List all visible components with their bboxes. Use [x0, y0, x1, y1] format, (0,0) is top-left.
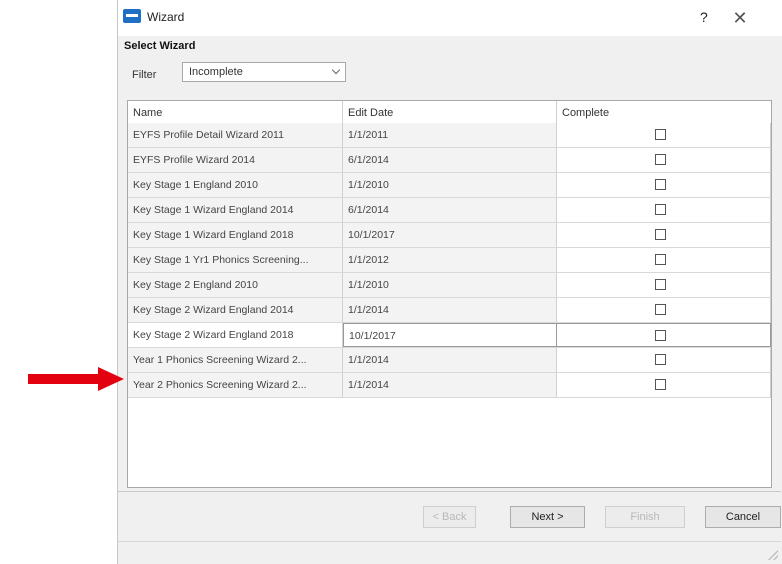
section-title: Select Wizard — [124, 40, 196, 52]
red-arrow-icon — [28, 367, 124, 391]
column-header-name[interactable]: Name — [128, 101, 343, 123]
column-header-edit-date[interactable]: Edit Date — [343, 101, 557, 123]
complete-checkbox[interactable] — [655, 379, 666, 390]
cell-name[interactable]: Key Stage 1 Wizard England 2014 — [128, 198, 343, 222]
cell-name[interactable]: Key Stage 2 Wizard England 2014 — [128, 298, 343, 322]
table-row[interactable]: Key Stage 1 Wizard England 2018 10/1/2017 — [128, 223, 771, 248]
cell-name[interactable]: Key Stage 1 Wizard England 2018 — [128, 223, 343, 247]
cell-complete — [557, 123, 771, 147]
cell-edit-date[interactable]: 6/1/2014 — [343, 148, 557, 172]
cell-edit-date[interactable]: 1/1/2011 — [343, 123, 557, 147]
cell-complete — [557, 173, 771, 197]
cell-name[interactable]: EYFS Profile Detail Wizard 2011 — [128, 123, 343, 147]
status-bar-divider — [118, 541, 781, 542]
cell-name[interactable]: EYFS Profile Wizard 2014 — [128, 148, 343, 172]
cell-complete — [557, 198, 771, 222]
table-row[interactable]: Year 1 Phonics Screening Wizard 2... 1/1/… — [128, 348, 771, 373]
complete-checkbox[interactable] — [655, 254, 666, 265]
close-button[interactable]: ✕ — [725, 5, 755, 31]
filter-selected-value: Incomplete — [189, 66, 243, 78]
complete-checkbox[interactable] — [655, 179, 666, 190]
next-button[interactable]: Next > — [510, 506, 585, 528]
cell-edit-date[interactable]: 1/1/2014 — [343, 298, 557, 322]
wizard-window: Wizard ? ✕ Select Wizard Filter Incomple… — [117, 0, 782, 564]
grid-rows: EYFS Profile Detail Wizard 2011 1/1/2011 E… — [128, 123, 771, 398]
cell-edit-date[interactable]: 1/1/2010 — [343, 273, 557, 297]
window-title: Wizard — [147, 10, 185, 24]
cell-edit-date[interactable]: 1/1/2014 — [343, 373, 557, 397]
complete-checkbox[interactable] — [655, 204, 666, 215]
cell-name[interactable]: Key Stage 1 Yr1 Phonics Screening... — [128, 248, 343, 272]
complete-checkbox[interactable] — [655, 129, 666, 140]
cell-edit-date[interactable]: 10/1/2017 — [343, 223, 557, 247]
back-button[interactable]: < Back — [423, 506, 476, 528]
wizard-grid: Name Edit Date Complete EYFS Profile Det… — [127, 100, 772, 488]
table-row[interactable]: Key Stage 2 Wizard England 2018 10/1/2017 — [128, 323, 771, 348]
chevron-down-icon — [331, 65, 341, 75]
column-header-complete[interactable]: Complete — [557, 101, 771, 123]
complete-checkbox[interactable] — [655, 304, 666, 315]
complete-checkbox[interactable] — [655, 154, 666, 165]
cell-name[interactable]: Year 1 Phonics Screening Wizard 2... — [128, 348, 343, 372]
cancel-button[interactable]: Cancel — [705, 506, 781, 528]
table-row[interactable]: Key Stage 1 Wizard England 2014 6/1/2014 — [128, 198, 771, 223]
complete-checkbox[interactable] — [655, 354, 666, 365]
resize-grip-icon[interactable] — [768, 550, 778, 560]
finish-button[interactable]: Finish — [605, 506, 685, 528]
title-bar: Wizard ? ✕ — [118, 0, 782, 36]
cell-edit-date[interactable]: 1/1/2014 — [343, 348, 557, 372]
cell-complete — [557, 298, 771, 322]
table-row[interactable]: EYFS Profile Wizard 2014 6/1/2014 — [128, 148, 771, 173]
table-row[interactable]: Year 2 Phonics Screening Wizard 2... 1/1/… — [128, 373, 771, 398]
table-row[interactable]: Key Stage 1 England 2010 1/1/2010 — [128, 173, 771, 198]
filter-label: Filter — [132, 69, 157, 81]
complete-checkbox[interactable] — [655, 279, 666, 290]
table-row[interactable]: Key Stage 2 England 2010 1/1/2010 — [128, 273, 771, 298]
filter-dropdown[interactable]: Incomplete — [182, 62, 346, 82]
cell-edit-date[interactable]: 1/1/2012 — [343, 248, 557, 272]
cell-complete — [557, 373, 771, 397]
cell-edit-date[interactable]: 1/1/2010 — [343, 173, 557, 197]
grid-header: Name Edit Date Complete — [128, 101, 771, 123]
cell-name[interactable]: Key Stage 2 Wizard England 2018 — [128, 323, 343, 347]
table-row[interactable]: Key Stage 2 Wizard England 2014 1/1/2014 — [128, 298, 771, 323]
cell-complete — [557, 223, 771, 247]
cell-complete — [557, 148, 771, 172]
cell-complete — [557, 323, 771, 347]
cell-name[interactable]: Year 2 Phonics Screening Wizard 2... — [128, 373, 343, 397]
complete-checkbox[interactable] — [655, 330, 666, 341]
complete-checkbox[interactable] — [655, 229, 666, 240]
cell-edit-date[interactable]: 6/1/2014 — [343, 198, 557, 222]
cell-complete — [557, 248, 771, 272]
cell-complete — [557, 348, 771, 372]
table-row[interactable]: EYFS Profile Detail Wizard 2011 1/1/2011 — [128, 123, 771, 148]
cell-edit-date[interactable]: 10/1/2017 — [343, 323, 557, 347]
cell-name[interactable]: Key Stage 2 England 2010 — [128, 273, 343, 297]
cell-name[interactable]: Key Stage 1 England 2010 — [128, 173, 343, 197]
footer-divider — [118, 491, 781, 492]
table-row[interactable]: Key Stage 1 Yr1 Phonics Screening... 1/1/… — [128, 248, 771, 273]
cell-complete — [557, 273, 771, 297]
app-icon — [123, 9, 141, 23]
help-button[interactable]: ? — [700, 9, 708, 25]
